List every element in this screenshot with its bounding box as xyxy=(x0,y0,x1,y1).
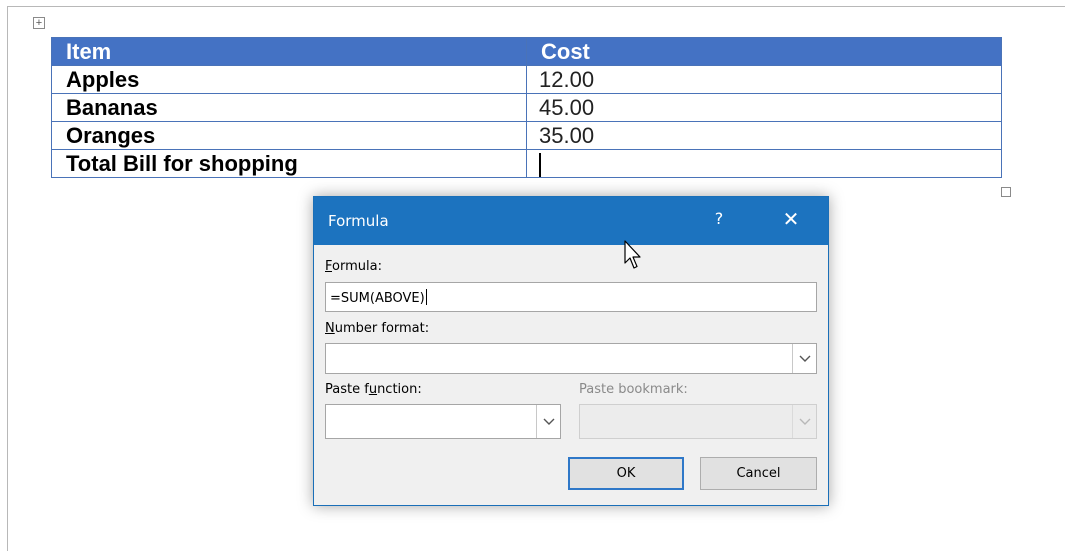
paste-bookmark-label: Paste bookmark: xyxy=(579,382,688,397)
number-format-label: Number format: xyxy=(325,321,430,336)
table-header-row: Item Cost xyxy=(51,37,1002,66)
paste-bookmark-select xyxy=(579,404,817,439)
total-cost-cell[interactable] xyxy=(526,149,1002,178)
cell-item[interactable]: Oranges xyxy=(51,121,527,150)
close-button[interactable]: ✕ xyxy=(778,207,804,233)
table-resize-handle[interactable] xyxy=(1001,187,1011,197)
chevron-down-icon xyxy=(792,405,816,438)
cell-cost[interactable]: 12.00 xyxy=(526,65,1002,94)
cell-cost[interactable]: 45.00 xyxy=(526,93,1002,122)
text-caret xyxy=(539,152,541,177)
formula-value: =SUM(ABOVE) xyxy=(330,289,428,306)
paste-function-label: Paste function: xyxy=(325,382,422,397)
table-row: Apples 12.00 xyxy=(51,65,1002,94)
cell-cost[interactable]: 35.00 xyxy=(526,121,1002,150)
ok-button[interactable]: OK xyxy=(568,457,684,490)
mouse-pointer-icon xyxy=(624,240,642,275)
formula-input[interactable]: =SUM(ABOVE) xyxy=(325,282,817,312)
table-row: Total Bill for shopping xyxy=(51,149,1002,178)
number-format-select[interactable] xyxy=(325,343,817,374)
table-move-handle-icon[interactable]: + xyxy=(33,17,45,29)
paste-function-select[interactable] xyxy=(325,404,561,439)
cell-item[interactable]: Bananas xyxy=(51,93,527,122)
cancel-button[interactable]: Cancel xyxy=(700,457,817,490)
help-button[interactable]: ? xyxy=(708,209,730,231)
dialog-title: Formula xyxy=(328,212,389,230)
chevron-down-icon[interactable] xyxy=(536,405,560,438)
header-cost[interactable]: Cost xyxy=(526,37,1002,66)
table-row: Oranges 35.00 xyxy=(51,121,1002,150)
dialog-titlebar[interactable]: Formula ? ✕ xyxy=(314,197,828,245)
table-row: Bananas 45.00 xyxy=(51,93,1002,122)
formula-dialog: Formula ? ✕ Formula: =SUM(ABOVE) Number … xyxy=(313,196,829,506)
shopping-table: Item Cost Apples 12.00 Bananas 45.00 Ora… xyxy=(51,37,1002,178)
formula-label: Formula: xyxy=(325,259,382,274)
cell-item[interactable]: Total Bill for shopping xyxy=(51,149,527,178)
header-item[interactable]: Item xyxy=(51,37,527,66)
chevron-down-icon[interactable] xyxy=(792,344,816,373)
cell-item[interactable]: Apples xyxy=(51,65,527,94)
